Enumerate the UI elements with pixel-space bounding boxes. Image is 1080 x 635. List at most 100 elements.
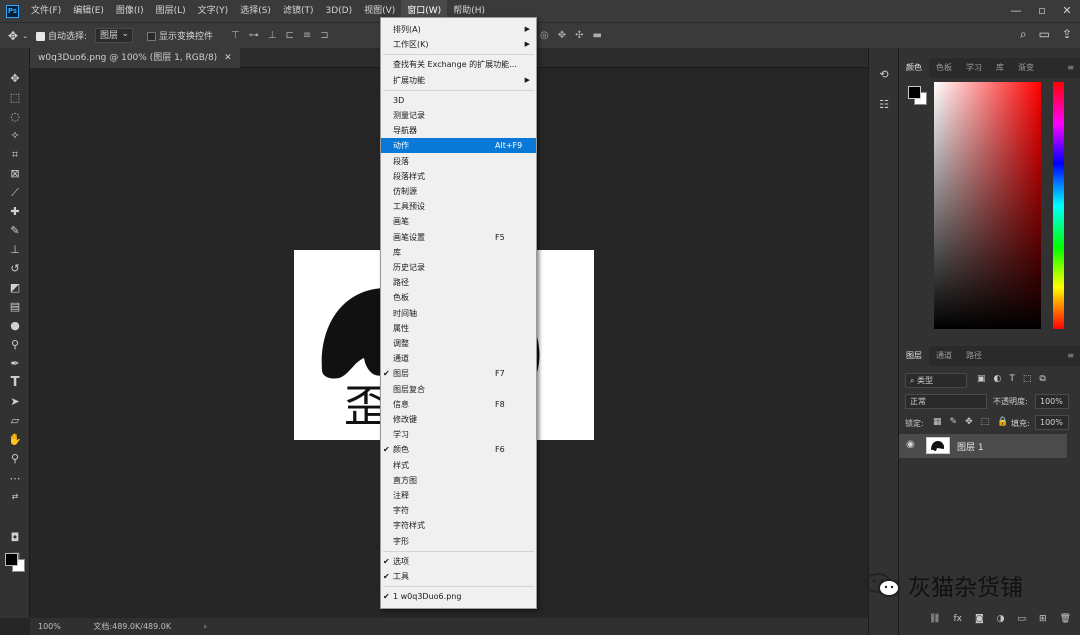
path-selection-tool-icon[interactable]: ➤	[6, 393, 24, 411]
pixel-filter-icon[interactable]: ▣	[977, 374, 986, 384]
eyedropper-tool-icon[interactable]: ⟋	[6, 184, 24, 202]
group-icon[interactable]: ▭	[1018, 614, 1027, 624]
transform-controls-option[interactable]: 显示变换控件	[147, 29, 213, 42]
zoom-tool-icon[interactable]: ⚲	[6, 450, 24, 468]
window-menu-item[interactable]: ✔ 选项	[381, 554, 536, 569]
edit-toolbar-icon[interactable]: ⋯	[6, 470, 24, 488]
lock-transparency-icon[interactable]: ▦	[933, 417, 942, 427]
menu-layer[interactable]: 图层(L)	[150, 0, 192, 22]
quick-mask-icon[interactable]: ◘	[6, 529, 24, 547]
window-menu-item[interactable]: 排列(A) ▶	[381, 22, 536, 37]
clone-stamp-tool-icon[interactable]: ⊥	[6, 241, 24, 259]
close-tab-icon[interactable]: ✕	[224, 53, 232, 63]
type-tool-icon[interactable]: T	[6, 374, 24, 392]
3d-slide-icon[interactable]: ✣	[575, 30, 583, 41]
panel-foreground-swatch[interactable]	[908, 86, 921, 99]
dodge-tool-icon[interactable]: ⚲	[6, 336, 24, 354]
layer-row[interactable]: ◉ 图层 1	[899, 434, 1067, 458]
menu-3d[interactable]: 3D(D)	[319, 0, 358, 22]
history-panel-icon[interactable]: ⟲	[875, 66, 893, 84]
workspace-icon[interactable]: ▭	[1039, 27, 1050, 42]
align-vcenter-icon[interactable]: ⊶	[249, 30, 259, 41]
magic-wand-tool-icon[interactable]: ✧	[6, 127, 24, 145]
link-icon[interactable]: ⛓	[929, 614, 940, 624]
mask-icon[interactable]: ◙	[975, 614, 984, 624]
window-menu-item[interactable]: 动作 Alt+F9	[381, 138, 536, 154]
shape-tool-icon[interactable]: ▱	[6, 412, 24, 430]
window-menu-item[interactable]: 时间轴	[381, 306, 536, 321]
window-menu-item[interactable]: 历史记录	[381, 260, 536, 275]
window-menu-item[interactable]: 查找有关 Exchange 的扩展功能...	[381, 57, 536, 72]
menu-select[interactable]: 选择(S)	[234, 0, 277, 22]
panel-menu-icon[interactable]: ≡	[1060, 58, 1080, 78]
window-menu-item[interactable]: 修改键	[381, 412, 536, 427]
layer-name[interactable]: 图层 1	[957, 440, 984, 453]
window-menu-item[interactable]: 段落	[381, 154, 536, 169]
new-layer-icon[interactable]: ⊞	[1039, 614, 1047, 624]
shape-filter-icon[interactable]: ⬚	[1023, 374, 1032, 384]
minimize-button[interactable]: —	[1003, 0, 1029, 22]
blend-mode-select[interactable]: 正常	[905, 394, 987, 409]
share-icon[interactable]: ⇪	[1062, 27, 1072, 42]
healing-brush-tool-icon[interactable]: ✚	[6, 203, 24, 221]
tab-paths[interactable]: 路径	[959, 346, 989, 366]
window-menu-item[interactable]: 注释	[381, 488, 536, 503]
tab-learn[interactable]: 学习	[959, 58, 989, 78]
window-menu-item[interactable]: 样式	[381, 458, 536, 473]
window-menu-item[interactable]: 导航器	[381, 123, 536, 138]
type-filter-icon[interactable]: T	[1009, 374, 1015, 384]
align-left-icon[interactable]: ⊏	[285, 30, 293, 41]
marquee-tool-icon[interactable]: ⬚	[6, 89, 24, 107]
lock-all-icon[interactable]: 🔒	[997, 417, 1008, 427]
trash-icon[interactable]: 🗑	[1060, 614, 1071, 624]
adjustment-filter-icon[interactable]: ◐	[994, 374, 1002, 384]
move-tool-icon[interactable]: ✥	[8, 29, 18, 43]
tab-channels[interactable]: 通道	[929, 346, 959, 366]
fx-icon[interactable]: fx	[953, 614, 962, 624]
menu-image[interactable]: 图像(I)	[110, 0, 150, 22]
window-menu-item[interactable]: 仿制源	[381, 184, 536, 199]
tab-gradients[interactable]: 渐变	[1011, 58, 1041, 78]
window-menu-item[interactable]: 测量记录	[381, 108, 536, 123]
adjustment-icon[interactable]: ◑	[997, 614, 1005, 624]
window-menu-item[interactable]: 扩展功能 ▶	[381, 73, 536, 88]
lock-pixels-icon[interactable]: ✎	[950, 417, 958, 427]
menu-filter[interactable]: 滤镜(T)	[277, 0, 320, 22]
lock-position-icon[interactable]: ✥	[965, 417, 973, 427]
foreground-color-swatch[interactable]	[5, 553, 18, 566]
window-menu-item[interactable]: 工作区(K) ▶	[381, 37, 536, 52]
menu-file[interactable]: 文件(F)	[25, 0, 67, 22]
3d-pan-icon[interactable]: ✥	[558, 30, 566, 41]
fill-input[interactable]: 100%	[1035, 415, 1069, 430]
window-menu-item[interactable]: 信息 F8	[381, 397, 536, 412]
window-menu-item[interactable]: 3D	[381, 93, 536, 108]
tab-swatches[interactable]: 色板	[929, 58, 959, 78]
window-menu-item[interactable]: 字符样式	[381, 518, 536, 533]
tool-preset-dropdown-icon[interactable]: ⌄	[22, 32, 28, 40]
eraser-tool-icon[interactable]: ◩	[6, 279, 24, 297]
auto-select-checkbox[interactable]	[35, 32, 45, 41]
window-menu-item[interactable]: 通道	[381, 351, 536, 366]
window-menu-item[interactable]: 图层复合	[381, 382, 536, 397]
swap-colors-icon[interactable]: ⇄	[6, 488, 24, 506]
window-menu-item[interactable]: ✔ 工具	[381, 569, 536, 584]
window-menu-item[interactable]: ✔ 图层 F7	[381, 366, 536, 381]
align-bottom-icon[interactable]: ⊥	[268, 30, 277, 41]
layers-panel-menu-icon[interactable]: ≡	[1060, 346, 1080, 366]
window-menu-item[interactable]: 画笔设置 F5	[381, 230, 536, 245]
align-right-icon[interactable]: ⊐	[320, 30, 328, 41]
window-menu-item[interactable]: 库	[381, 245, 536, 260]
window-menu-item[interactable]: 字符	[381, 503, 536, 518]
visibility-eye-icon[interactable]: ◉	[906, 439, 915, 450]
3d-camera-icon[interactable]: ▬	[593, 30, 602, 41]
color-picker-field[interactable]	[934, 82, 1041, 329]
hue-slider[interactable]	[1053, 82, 1064, 329]
history-brush-tool-icon[interactable]: ↺	[6, 260, 24, 278]
frame-tool-icon[interactable]: ⊠	[6, 165, 24, 183]
window-menu-item[interactable]: 工具预设	[381, 199, 536, 214]
zoom-level[interactable]: 100%	[38, 622, 61, 631]
smart-object-filter-icon[interactable]: ⧉	[1039, 374, 1045, 384]
opacity-input[interactable]: 100%	[1035, 394, 1069, 409]
status-menu-arrow-icon[interactable]: ›	[204, 622, 207, 631]
document-tab[interactable]: w0q3Duo6.png @ 100% (图层 1, RGB/8) ✕	[30, 48, 240, 68]
